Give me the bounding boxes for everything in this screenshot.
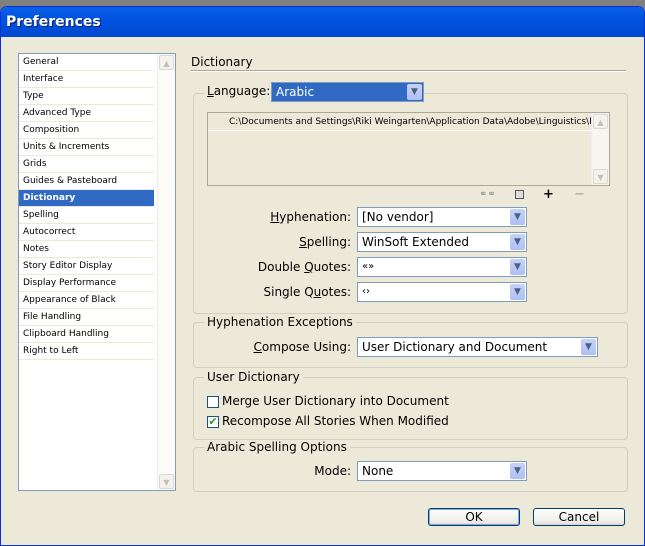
spelling-select[interactable]: WinSoft Extended ▼ [357,232,527,252]
list-scrollbar[interactable]: ▲ ▼ [157,54,175,490]
sidebar-item-guides-pasteboard[interactable]: Guides & Pasteboard [19,173,154,190]
divider [191,70,626,72]
mode-value: None [362,464,394,478]
sidebar-item-spelling[interactable]: Spelling [19,207,154,224]
hyphenation-select[interactable]: [No vendor] ▼ [357,207,527,227]
language-value: Arabic [276,85,315,99]
mode-select[interactable]: None ▼ [357,461,527,481]
sidebar-item-story-editor-display[interactable]: Story Editor Display [19,258,154,275]
remove-icon[interactable]: − [574,187,585,202]
sidebar-item-grids[interactable]: Grids [19,156,154,173]
cancel-button[interactable]: Cancel [533,508,625,526]
sidebar-item-appearance-of-black[interactable]: Appearance of Black [19,292,154,309]
category-list[interactable]: General Interface Type Advanced Type Composi… [18,53,176,491]
sidebar-item-clipboard-handling[interactable]: Clipboard Handling [19,326,154,343]
merge-checkbox[interactable] [207,396,219,408]
double-quotes-value: «» [362,261,375,272]
double-quotes-label: Double Quotes: [257,260,351,274]
new-dictionary-icon[interactable] [515,190,524,199]
sidebar-item-units-increments[interactable]: Units & Increments [19,139,154,156]
sidebar-item-general[interactable]: General [19,54,154,71]
add-icon[interactable]: + [543,187,554,202]
sidebar-item-advanced-type[interactable]: Advanced Type [19,105,154,122]
compose-using-label: Compose Using: [253,340,351,354]
scroll-down-icon[interactable]: ▼ [593,169,608,184]
hyphenation-value: [No vendor] [362,210,434,224]
chevron-down-icon: ▼ [510,209,525,225]
dictionary-path[interactable]: C:\Documents and Settings\Riki Weingarte… [208,113,594,131]
spelling-value: WinSoft Extended [362,235,470,249]
sidebar-item-notes[interactable]: Notes [19,241,154,258]
group-title: User Dictionary [204,370,303,384]
group-title: Arabic Spelling Options [204,440,350,454]
chevron-down-icon: ▼ [510,259,525,275]
chevron-down-icon: ▼ [510,463,525,479]
double-quotes-select[interactable]: «» ▼ [357,257,527,277]
compose-using-select[interactable]: User Dictionary and Document ▼ [357,337,598,357]
scroll-up-icon[interactable]: ▲ [159,55,174,70]
chevron-down-icon: ▼ [510,234,525,250]
scroll-down-icon[interactable]: ▼ [159,474,174,489]
page-title: Dictionary [191,55,253,69]
title-bar: Preferences [1,7,644,37]
language-select[interactable]: Arabic ▼ [271,82,424,102]
sidebar-item-autocorrect[interactable]: Autocorrect [19,224,154,241]
dictionary-list[interactable]: C:\Documents and Settings\Riki Weingarte… [207,112,610,186]
spelling-label: Spelling: [299,235,351,249]
single-quotes-label: Single Quotes: [263,285,352,299]
hyphenation-label: Hyphenation: [270,210,351,224]
compose-using-value: User Dictionary and Document [362,340,548,354]
merge-label: Merge User Dictionary into Document [222,394,449,408]
language-label: Language: [204,84,274,98]
user-dictionary-group [193,377,628,440]
scroll-up-icon[interactable]: ▲ [593,114,608,129]
single-quotes-value: ‹› [362,286,370,297]
mode-label: Mode: [314,464,351,478]
recompose-checkbox[interactable]: ✔ [207,416,219,428]
preferences-dialog: Preferences General Interface Type Advanced… [0,6,645,546]
single-quotes-select[interactable]: ‹› ▼ [357,282,527,302]
recompose-label: Recompose All Stories When Modified [222,414,449,428]
sidebar-item-right-to-left[interactable]: Right to Left [19,343,154,360]
sidebar-item-type[interactable]: Type [19,88,154,105]
chevron-down-icon: ▼ [581,339,596,355]
chevron-down-icon: ▼ [407,84,422,100]
chevron-down-icon: ▼ [510,284,525,300]
sidebar-item-interface[interactable]: Interface [19,71,154,88]
sidebar-item-file-handling[interactable]: File Handling [19,309,154,326]
group-title: Hyphenation Exceptions [204,315,356,329]
ok-button[interactable]: OK [428,508,520,526]
sidebar-item-display-performance[interactable]: Display Performance [19,275,154,292]
sidebar-item-composition[interactable]: Composition [19,122,154,139]
relink-icon[interactable]: ⚭⚭ [479,189,496,200]
sidebar-item-dictionary[interactable]: Dictionary [19,190,154,207]
